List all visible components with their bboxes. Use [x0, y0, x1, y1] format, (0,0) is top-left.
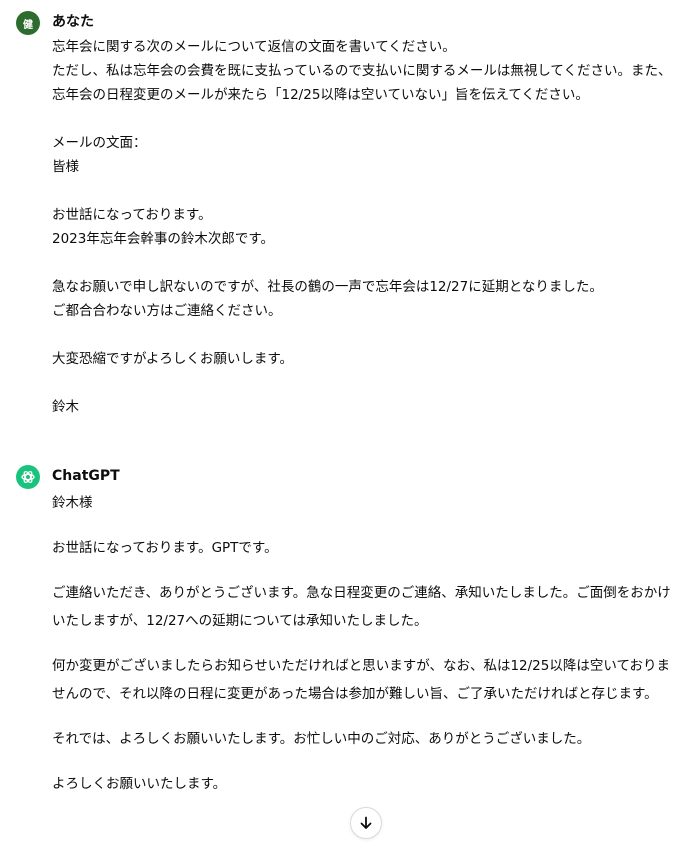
scroll-to-bottom-button[interactable]	[350, 807, 382, 839]
message-paragraph: それでは、よろしくお願いいたします。お忙しい中のご対応、ありがとうございました。	[52, 725, 672, 753]
message-line	[52, 323, 672, 347]
paragraph-text: ご連絡いただき、ありがとうございます。急な日程変更のご連絡、承知いたしました。ご…	[52, 585, 671, 629]
message-line: 皆様	[52, 159, 79, 175]
message-line: 急なお願いで申し訳ないのですが、社長の鶴の一声で忘年会は12/27に延期となりま…	[52, 279, 603, 295]
paragraph-text: お世話になっております。GPTです。	[52, 540, 278, 556]
arrow-down-icon	[360, 816, 372, 829]
message-greeting: 鈴木様	[52, 495, 93, 511]
message-paragraph: 何か変更がございましたらお知らせいただければと思いますが、なお、私は12/25以…	[52, 652, 672, 708]
message-paragraph: ご連絡いただき、ありがとうございます。急な日程変更のご連絡、承知いたしました。ご…	[52, 579, 672, 635]
user-avatar-initial: 健	[23, 19, 33, 31]
message-line: ただし、私は忘年会の会費を既に支払っているので支払いに関するメールは無視してくだ…	[52, 63, 672, 79]
message-line: ご都合合わない方はご連絡ください。	[52, 303, 282, 319]
message-line: 鈴木	[52, 399, 79, 415]
paragraph-text: それでは、よろしくお願いいたします。お忙しい中のご対応、ありがとうございました。	[52, 731, 591, 747]
user-avatar: 健	[16, 11, 40, 35]
openai-logo-icon	[16, 465, 40, 489]
message-line: お世話になっております。	[52, 207, 212, 223]
message-line: 忘年会に関する次のメールについて返信の文面を書いてください。	[52, 39, 456, 55]
user-author-name: あなた	[52, 14, 94, 30]
message-paragraph: 鈴木様	[52, 489, 672, 517]
message-line: 忘年会の日程変更のメールが来たら「12/25以降は空いていない」旨を伝えてくださ…	[52, 87, 589, 103]
paragraph-text: 何か変更がございましたらお知らせいただければと思いますが、なお、私は12/25以…	[52, 658, 671, 702]
message-line: メールの文面：	[52, 135, 147, 151]
message-line	[52, 251, 672, 275]
message-paragraph: よろしくお願いいたします。	[52, 770, 672, 798]
paragraph-text: よろしくお願いいたします。	[52, 776, 227, 792]
message-paragraph: お世話になっております。GPTです。	[52, 534, 672, 562]
user-message-body: 忘年会に関する次のメールについて返信の文面を書いてください。 ただし、私は忘年会…	[52, 35, 672, 419]
message-line	[52, 107, 672, 131]
message-line	[52, 371, 672, 395]
message-line: 2023年忘年会幹事の鈴木次郎です。	[52, 231, 275, 247]
message-line: 大変恐縮ですがよろしくお願いします。	[52, 351, 293, 367]
assistant-author-name: ChatGPT	[52, 468, 120, 484]
message-line	[52, 179, 672, 203]
assistant-message-body: 鈴木様 お世話になっております。GPTです。 ご連絡いただき、ありがとうございま…	[52, 489, 672, 815]
